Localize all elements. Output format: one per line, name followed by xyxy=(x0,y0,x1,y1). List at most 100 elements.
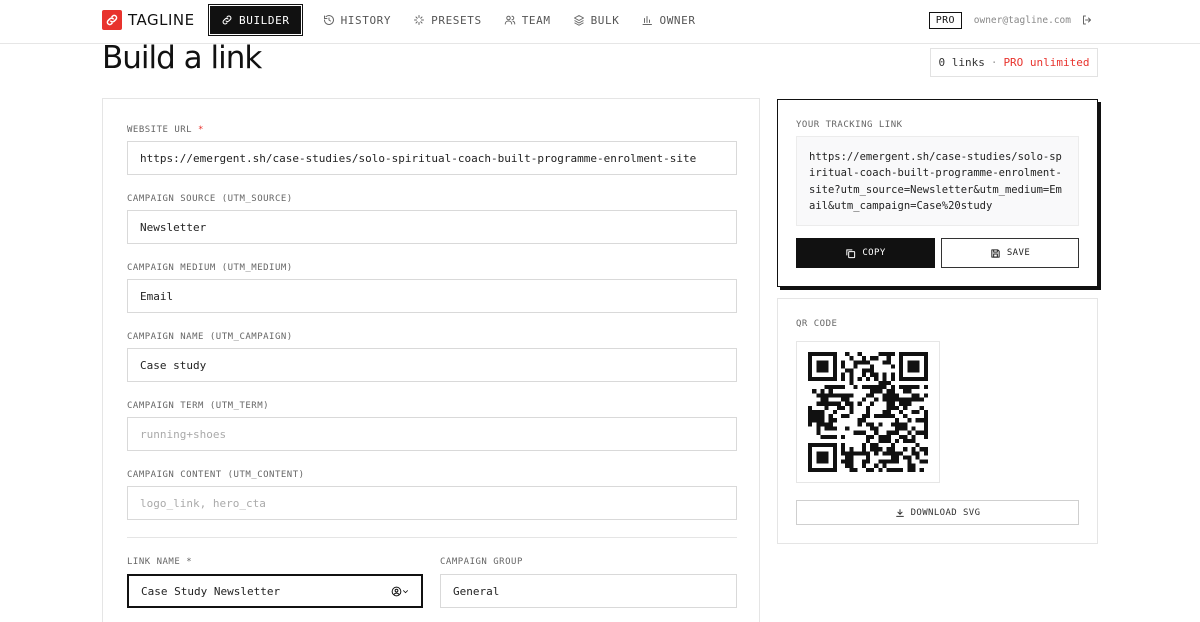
qr-module xyxy=(886,447,891,452)
brand-logo[interactable]: TAGLINE xyxy=(102,9,195,31)
qr-module xyxy=(890,455,895,460)
nav-tab-bulk[interactable]: BULK xyxy=(563,6,630,34)
qr-module xyxy=(894,405,900,410)
qr-module xyxy=(861,360,866,365)
qr-module xyxy=(849,368,854,373)
qr-module xyxy=(915,352,920,357)
qr-module xyxy=(865,438,871,444)
required-mark: * xyxy=(186,557,193,567)
qr-module xyxy=(849,393,854,398)
qr-module xyxy=(899,372,904,377)
campaign-group-input[interactable]: General xyxy=(440,574,737,608)
save-label: SAVE xyxy=(1006,248,1031,258)
qr-module xyxy=(911,438,916,444)
qr-module xyxy=(911,434,916,439)
qr-module xyxy=(890,459,895,464)
qr-module xyxy=(874,372,879,377)
copy-button[interactable]: COPY xyxy=(796,238,935,268)
nav-tab-presets[interactable]: PRESETS xyxy=(403,6,492,34)
nav-tab-history[interactable]: HISTORY xyxy=(313,6,402,34)
utm-term-input[interactable]: running+shoes xyxy=(127,417,737,451)
qr-module xyxy=(824,376,829,381)
qr-module xyxy=(824,397,829,402)
qr-module xyxy=(832,447,837,452)
qr-module xyxy=(874,356,879,361)
qr-module xyxy=(907,397,912,402)
qr-module xyxy=(828,401,833,406)
qr-module xyxy=(841,385,846,390)
qr-module xyxy=(812,418,817,423)
utm-content-input[interactable]: logo_link, hero_cta xyxy=(127,486,737,520)
qr-module xyxy=(865,459,871,464)
utm-medium-input[interactable]: Email xyxy=(127,279,737,313)
nav-tab-team[interactable]: TEAM xyxy=(494,6,561,34)
logout-icon xyxy=(1083,15,1091,25)
utm-campaign-input[interactable]: Case study xyxy=(127,348,737,382)
autofill-control[interactable] xyxy=(391,586,409,597)
qr-module xyxy=(832,459,837,464)
qr-module xyxy=(890,389,895,394)
qr-module xyxy=(828,389,833,394)
qr-module xyxy=(915,393,920,398)
qr-module xyxy=(894,459,900,464)
qr-module xyxy=(808,463,813,468)
website-url-input[interactable]: https://emergent.sh/case-studies/solo-sp… xyxy=(127,141,737,175)
qr-module xyxy=(824,443,829,448)
qr-module xyxy=(832,372,837,377)
qr-module xyxy=(878,352,883,357)
qr-module xyxy=(841,443,846,448)
qr-module xyxy=(870,467,875,472)
qr-module xyxy=(853,360,858,365)
qr-module xyxy=(841,459,846,464)
download-svg-button[interactable]: DOWNLOAD SVG xyxy=(796,500,1079,525)
qr-module xyxy=(878,385,883,390)
qr-module xyxy=(865,422,871,427)
qr-module xyxy=(808,364,813,369)
qr-module xyxy=(845,414,850,419)
qr-module xyxy=(832,455,837,460)
links-count: 0 links xyxy=(938,56,985,69)
tracking-link-label: YOUR TRACKING LINK xyxy=(796,120,903,130)
nav-tab-builder[interactable]: BUILDER xyxy=(208,4,303,36)
qr-module xyxy=(832,368,837,373)
qr-module xyxy=(903,401,908,406)
qr-module xyxy=(841,376,846,381)
qr-module xyxy=(832,393,837,398)
qr-module xyxy=(911,368,916,373)
qr-module xyxy=(816,360,821,365)
qr-module xyxy=(899,360,904,365)
nav-tab-owner[interactable]: OWNER xyxy=(631,6,705,34)
qr-module xyxy=(812,467,817,472)
logout-button[interactable] xyxy=(1081,14,1093,26)
link-name-input[interactable]: Case Study Newsletter xyxy=(127,574,423,608)
qr-module xyxy=(907,352,912,357)
qr-module xyxy=(907,418,912,423)
link-name-label: LINK NAME * xyxy=(127,557,193,567)
qr-module xyxy=(915,397,920,402)
qr-module xyxy=(890,393,895,398)
qr-module xyxy=(878,438,883,444)
utm-source-input[interactable]: Newsletter xyxy=(127,210,737,244)
qr-module xyxy=(841,364,846,369)
qr-module xyxy=(824,393,829,398)
qr-module xyxy=(907,364,912,369)
qr-module xyxy=(853,385,858,390)
qr-module xyxy=(890,397,895,402)
qr-module xyxy=(824,422,829,427)
qr-module xyxy=(915,368,920,373)
qr-module xyxy=(886,434,891,439)
qr-module xyxy=(820,455,825,460)
qr-module xyxy=(824,401,829,406)
save-icon xyxy=(991,248,1000,258)
qr-module xyxy=(903,455,908,460)
nav-tab-label: BULK xyxy=(590,13,620,27)
qr-module xyxy=(841,451,846,456)
qr-module xyxy=(886,380,891,386)
nav-tab-label: PRESETS xyxy=(431,13,482,27)
bar-chart-icon xyxy=(642,16,653,25)
qr-module xyxy=(816,443,821,448)
qr-module xyxy=(923,356,928,361)
save-button[interactable]: SAVE xyxy=(941,238,1079,268)
qr-module xyxy=(824,426,829,431)
qr-module xyxy=(824,360,829,365)
